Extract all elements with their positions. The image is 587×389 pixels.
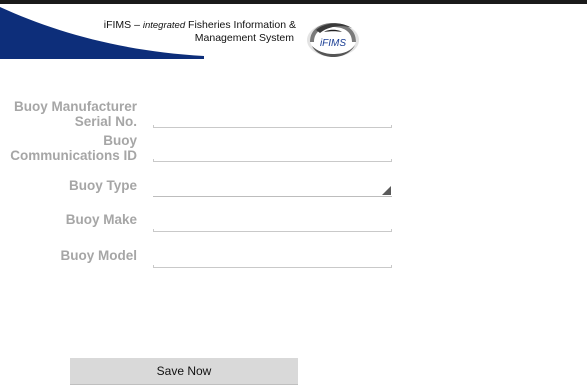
buoy-type-label: Buoy Type: [68, 178, 137, 193]
save-now-button[interactable]: Save Now: [70, 358, 298, 385]
buoy-serial-input[interactable]: [155, 116, 390, 126]
buoy-model-field[interactable]: [153, 256, 392, 268]
app-title-line-1: iFIMS – integrated Fisheries Information…: [103, 19, 296, 31]
buoy-comms-id-input[interactable]: [155, 150, 390, 160]
buoy-make-input[interactable]: [155, 220, 390, 230]
app-banner: iFIMS – integrated Fisheries Information…: [0, 4, 374, 65]
svg-text:iFIMS: iFIMS: [320, 38, 346, 49]
buoy-serial-label: Buoy Manufacturer Serial No.: [13, 99, 137, 129]
app-title-italic: integrated: [142, 20, 186, 31]
buoy-type-dropdown[interactable]: [153, 185, 392, 197]
buoy-make-label: Buoy Make: [65, 212, 137, 227]
ifims-logo: iFIMS: [307, 23, 359, 57]
buoy-model-input[interactable]: [155, 256, 390, 266]
app-title: iFIMS – integrated Fisheries Information…: [72, 19, 296, 45]
buoy-comms-id-field[interactable]: [153, 150, 392, 162]
buoy-serial-field[interactable]: [153, 116, 392, 128]
buoy-comms-id-label: Buoy Communications ID: [10, 133, 137, 163]
app-title-line-2: Management System: [194, 32, 294, 44]
buoy-make-field[interactable]: [153, 220, 392, 232]
buoy-model-label: Buoy Model: [60, 248, 138, 263]
dropdown-arrow-icon[interactable]: [382, 186, 391, 195]
